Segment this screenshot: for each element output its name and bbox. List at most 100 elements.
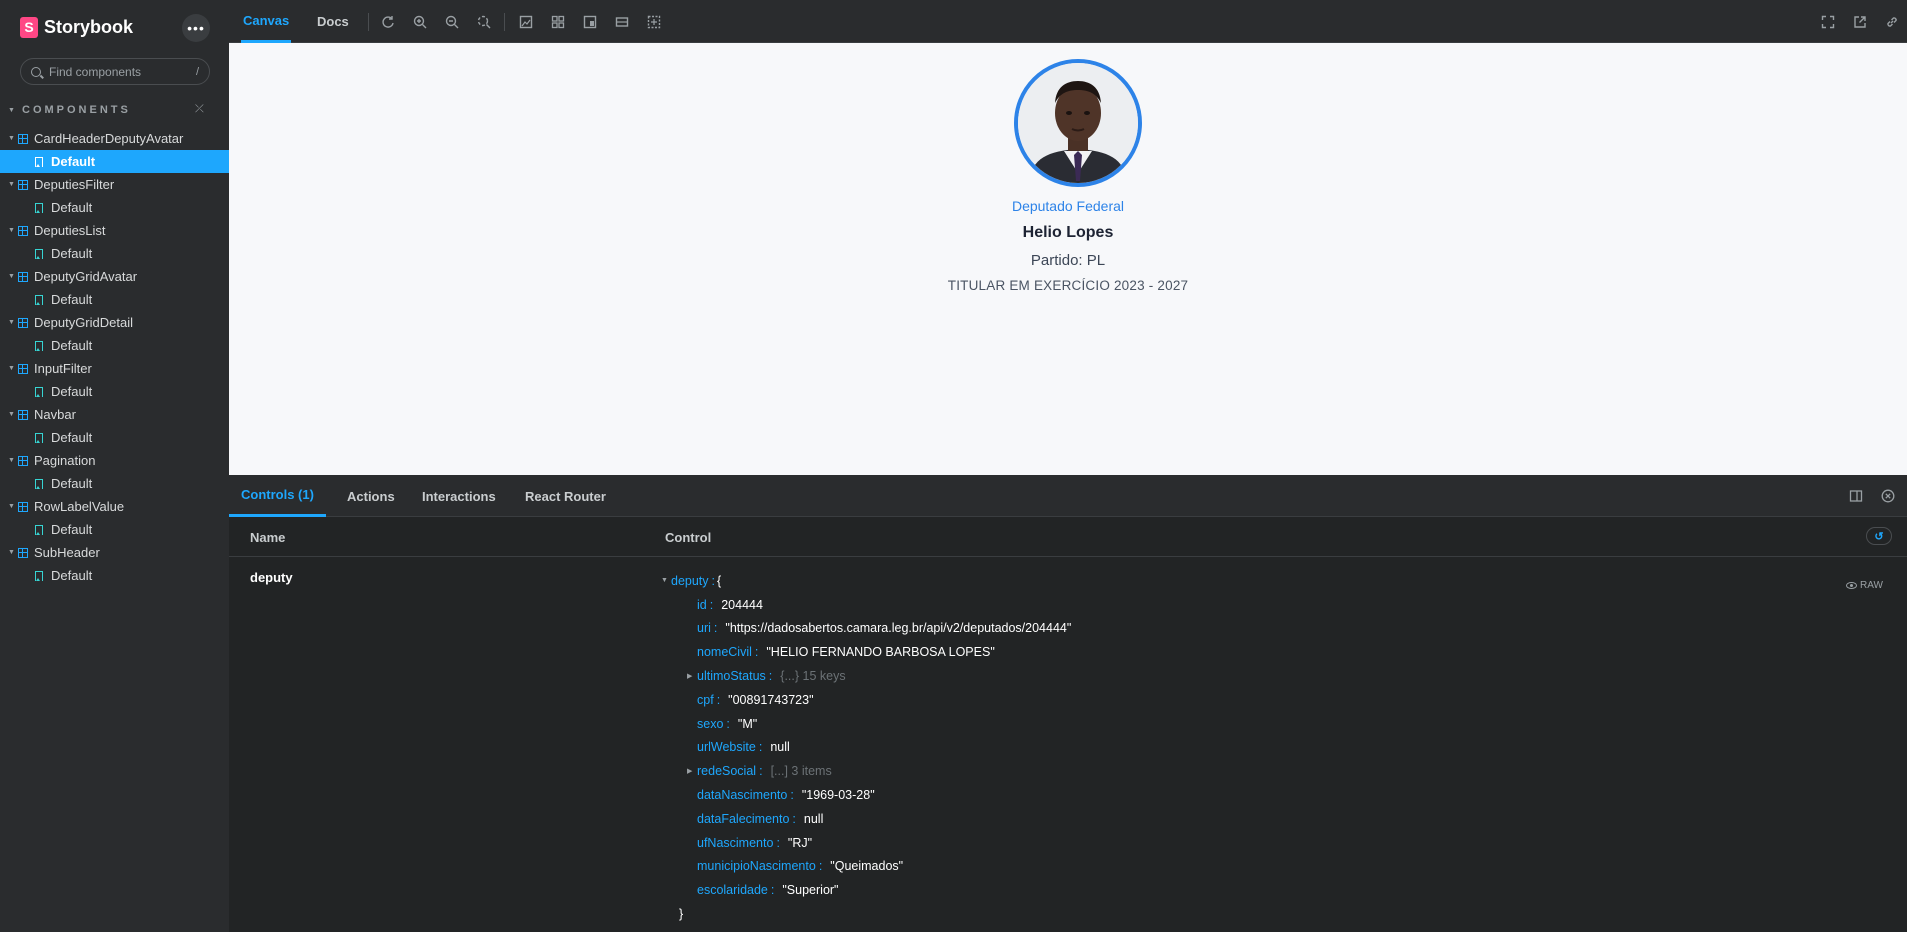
json-key: escolaridade [697,883,768,898]
chevron-down-icon: ▼ [8,457,15,464]
component-icon [18,271,28,282]
reload-icon[interactable] [380,14,396,30]
panel-orientation-icon[interactable] [1849,489,1863,503]
viewport-icon[interactable] [582,14,598,30]
json-key: urlWebsite [697,740,756,755]
sidebar-story-item[interactable]: Default [0,334,229,357]
json-root-line[interactable]: ▼ deputy:{ [661,569,1071,593]
sidebar-story-item[interactable]: Default [0,564,229,587]
sidebar-story-item[interactable]: Default [0,518,229,541]
collapse-all-icon[interactable]: ⤫ [195,103,204,116]
sidebar-story-item[interactable]: Default [0,288,229,311]
json-colon: : [726,716,730,731]
json-field[interactable]: municipioNascimento: "Queimados" [671,855,1071,879]
tab-canvas[interactable]: Canvas [241,0,292,43]
sidebar-story-item[interactable]: Default [0,472,229,495]
component-icon [18,363,28,374]
component-label: SubHeader [34,545,100,560]
copy-link-icon[interactable] [1884,14,1900,30]
json-field[interactable]: escolaridade: "Superior" [671,878,1071,902]
fullscreen-icon[interactable] [1820,14,1836,30]
sidebar-component-item[interactable]: ▼ RowLabelValue [0,495,229,518]
json-value[interactable]: "Queimados" [830,859,903,873]
components-section-title[interactable]: ▼ COMPONENTS [8,104,131,116]
json-colon: : [759,764,763,779]
json-key: dataNascimento [697,788,788,803]
json-field[interactable]: urlWebsite: null [671,736,1071,760]
story-label: Default [51,246,93,261]
component-icon [18,501,28,512]
json-field[interactable]: id:204444 [671,593,1071,617]
tab-controls[interactable]: Controls (1) [229,475,326,517]
json-field[interactable]: ▶ redeSocial: [...] 3 items [671,759,1071,783]
sidebar-component-item[interactable]: ▼ DeputiesList [0,219,229,242]
json-value[interactable]: "00891743723" [728,693,813,707]
json-field[interactable]: nomeCivil: "HELIO FERNANDO BARBOSA LOPES" [671,640,1071,664]
sidebar-story-item[interactable]: Default [0,426,229,449]
json-colon: : [713,621,718,636]
search-input[interactable] [49,64,189,79]
json-value[interactable]: 204444 [721,598,763,612]
menu-button[interactable]: ••• [182,14,210,42]
tab-docs[interactable]: Docs [317,0,349,43]
json-field[interactable]: dataFalecimento: null [671,807,1071,831]
tab-react-router[interactable]: React Router [525,475,606,517]
json-value[interactable]: null [770,740,789,754]
sidebar-component-item[interactable]: ▼ InputFilter [0,357,229,380]
open-new-tab-icon[interactable] [1852,14,1868,30]
sidebar-story-item[interactable]: Default [0,380,229,403]
json-value[interactable]: "https://dadosabertos.camara.leg.br/api/… [725,621,1071,635]
zoom-in-icon[interactable] [412,14,428,30]
json-field[interactable]: uri: "https://dadosabertos.camara.leg.br/… [671,617,1071,641]
component-label: DeputiesFilter [34,177,115,192]
story-label: Default [51,200,93,215]
sidebar-component-item[interactable]: ▼ DeputiesFilter [0,173,229,196]
toolbar-divider [504,13,505,31]
json-value[interactable]: null [804,812,823,826]
json-value[interactable]: "HELIO FERNANDO BARBOSA LOPES" [766,645,994,659]
raw-toggle[interactable]: RAW [1846,580,1883,591]
json-field[interactable]: ▶ ultimoStatus: {...} 15 keys [671,664,1071,688]
json-collapsed-summary: [...] 3 items [770,764,832,779]
deputy-avatar [1014,59,1142,187]
json-field[interactable]: sexo: "M" [671,712,1071,736]
outline-icon[interactable] [646,14,662,30]
section-title-label: COMPONENTS [22,104,131,116]
bookmark-icon [35,570,43,581]
json-key: uri [697,621,711,636]
sidebar-component-item[interactable]: ▼ Pagination [0,449,229,472]
sidebar-story-item[interactable]: Default [0,242,229,265]
json-field[interactable]: ufNascimento: "RJ" [671,831,1071,855]
grid-icon[interactable] [550,14,566,30]
sidebar-component-item[interactable]: ▼ DeputyGridAvatar [0,265,229,288]
json-field[interactable]: dataNascimento: "1969-03-28" [671,783,1071,807]
tab-actions[interactable]: Actions [347,475,395,517]
bookmark-icon [35,248,43,259]
sidebar-component-item[interactable]: ▼ SubHeader [0,541,229,564]
bookmark-icon [35,386,43,397]
json-colon: : [768,669,773,684]
brand[interactable]: S Storybook [20,14,133,40]
reset-controls-button[interactable]: ↺ [1866,527,1892,545]
json-colon: : [792,811,796,826]
json-value[interactable]: "Superior" [782,883,838,897]
sidebar-component-item[interactable]: ▼ Navbar [0,403,229,426]
sidebar-story-item[interactable]: Default [0,196,229,219]
search-box[interactable]: / [20,58,210,85]
measure-icon[interactable] [614,14,630,30]
json-value[interactable]: "M" [738,717,757,731]
json-colon: : [776,835,780,850]
sidebar-story-item[interactable]: Default [0,150,229,173]
zoom-out-icon[interactable] [444,14,460,30]
json-value[interactable]: "RJ" [788,836,812,850]
tab-interactions[interactable]: Interactions [422,475,496,517]
story-label: Default [51,384,93,399]
close-icon[interactable] [1881,489,1895,503]
sidebar-component-item[interactable]: ▼ DeputyGridDetail [0,311,229,334]
zoom-reset-icon[interactable] [476,14,492,30]
sidebar-component-item[interactable]: ▼ CardHeaderDeputyAvatar [0,127,229,150]
component-label: RowLabelValue [34,499,125,514]
background-icon[interactable] [518,14,534,30]
json-value[interactable]: "1969-03-28" [802,788,875,802]
json-field[interactable]: cpf: "00891743723" [671,688,1071,712]
